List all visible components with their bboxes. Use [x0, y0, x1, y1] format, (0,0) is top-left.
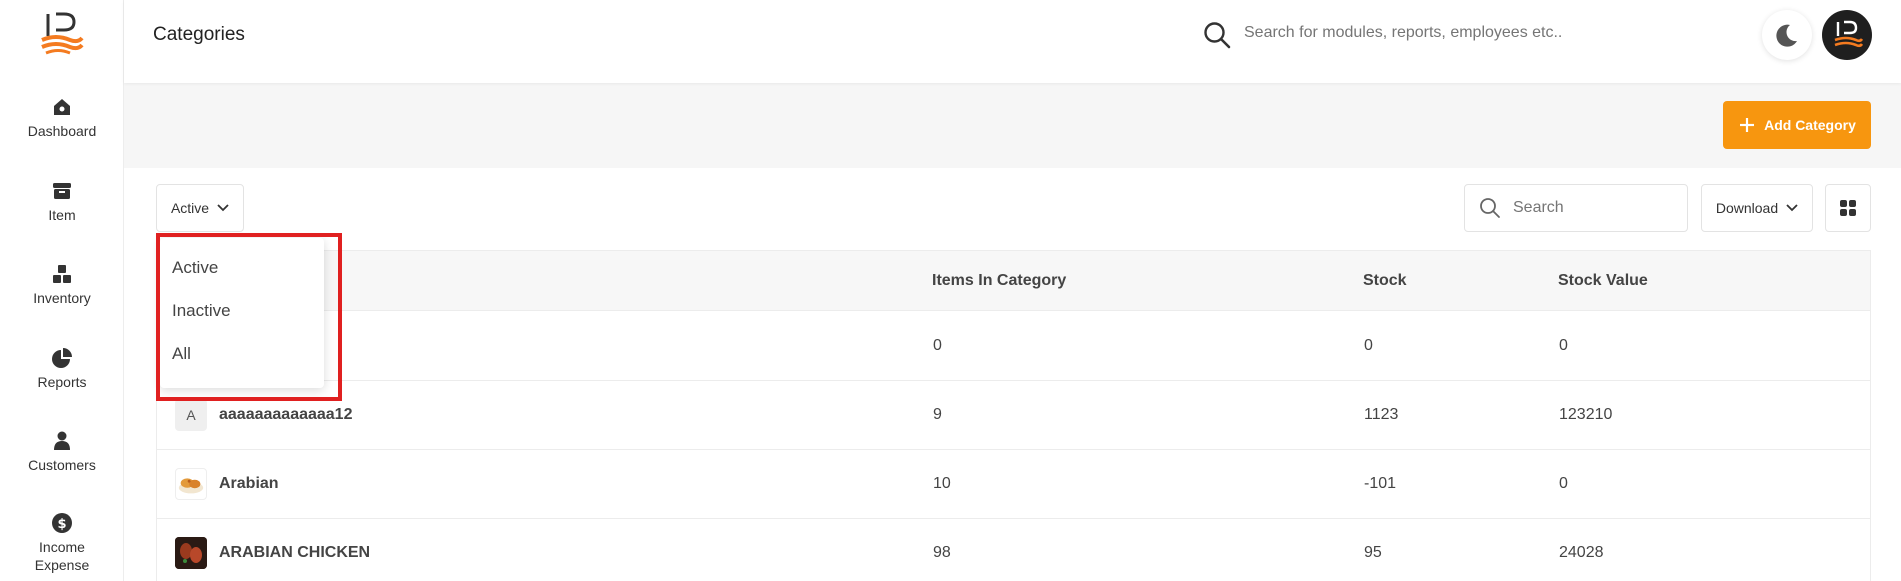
theme-toggle-button[interactable] [1762, 10, 1812, 60]
sidebar-item-customers[interactable]: Customers [0, 430, 124, 474]
sidebar-item-label: Customers [28, 457, 96, 473]
category-name[interactable]: aaaaaaaaaaaaa12 [219, 406, 352, 424]
sidebar-item-label: Item [48, 207, 76, 223]
categories-table: Items In Category Stock Stock Value 0 0 … [156, 250, 1871, 581]
grid-view-button[interactable] [1825, 184, 1871, 232]
top-header: Categories [124, 0, 1901, 83]
dollar-icon: $ [52, 513, 72, 533]
home-icon [54, 99, 70, 115]
stock-amount-cell: 123210 [1559, 406, 1613, 423]
sidebar-item-inventory[interactable]: Inventory [0, 263, 124, 307]
sidebar-item-label: Income Expense [34, 539, 90, 573]
boxes-icon [53, 265, 71, 283]
food-image-icon [175, 537, 207, 569]
items-count: 0 [933, 337, 942, 354]
stock-amount-cell: 0 [1559, 337, 1568, 354]
stock-amount-cell: 24028 [1559, 544, 1604, 561]
table-search-input[interactable] [1513, 199, 1673, 217]
dropdown-option-inactive[interactable]: Inactive [172, 301, 231, 321]
stock-value-cell: 95 [1364, 544, 1382, 561]
table-row[interactable]: A aaaaaaaaaaaaa12 9 1123 123210 [157, 381, 1870, 450]
user-icon [54, 431, 70, 450]
sidebar-item-item[interactable]: Item [0, 180, 124, 224]
table-search-box[interactable] [1464, 184, 1688, 232]
add-category-button[interactable]: Add Category [1723, 101, 1871, 149]
global-search-input[interactable] [1244, 24, 1644, 42]
download-label: Download [1715, 200, 1779, 216]
sidebar: Dashboard Item Inventory Reports Custome… [0, 0, 124, 581]
sidebar-item-reports[interactable]: Reports [0, 347, 124, 391]
status-filter-select[interactable]: Active [156, 184, 244, 232]
category-name[interactable]: Arabian [219, 475, 279, 493]
items-count: 10 [933, 475, 951, 492]
brand-logo-icon[interactable] [36, 10, 86, 56]
column-header-stock[interactable]: Stock [1363, 272, 1407, 290]
sidebar-item-dashboard[interactable]: Dashboard [0, 96, 124, 140]
stock-value-cell: 0 [1364, 337, 1373, 354]
stock-value-cell: -101 [1364, 475, 1397, 492]
chevron-down-icon [1786, 204, 1798, 212]
search-icon [1480, 198, 1500, 218]
avatar[interactable] [1822, 10, 1872, 60]
brand-logo-icon [1834, 20, 1864, 48]
category-name[interactable]: ARABIAN CHICKEN [219, 544, 370, 562]
stock-amount-cell: 0 [1559, 475, 1568, 492]
table-row[interactable]: Arabian 10 -101 0 [157, 450, 1870, 519]
category-thumbnail: A [175, 399, 207, 431]
column-header-stock-value[interactable]: Stock Value [1558, 272, 1648, 290]
svg-text:$: $ [57, 517, 66, 532]
table-row[interactable]: 0 0 0 [157, 312, 1870, 381]
food-image-icon [178, 478, 204, 494]
chevron-down-icon [217, 204, 229, 212]
search-icon[interactable] [1202, 20, 1232, 50]
items-count: 98 [933, 544, 951, 561]
archive-icon [53, 183, 71, 199]
category-thumbnail [175, 537, 207, 569]
table-row[interactable]: ARABIAN CHICKEN 98 95 24028 [157, 519, 1870, 581]
dropdown-option-all[interactable]: All [172, 344, 191, 364]
sidebar-item-label: Reports [37, 374, 87, 390]
sidebar-item-label: Inventory [33, 290, 91, 306]
status-filter-value: Active [170, 200, 210, 216]
stock-value-cell: 1123 [1364, 406, 1399, 423]
table-header: Items In Category Stock Stock Value [157, 251, 1870, 311]
dropdown-option-active[interactable]: Active [172, 258, 218, 278]
category-thumbnail [175, 468, 207, 500]
download-button[interactable]: Download [1701, 184, 1813, 232]
items-count: 9 [933, 406, 942, 423]
sidebar-item-label: Dashboard [27, 123, 97, 139]
sidebar-item-income-expense[interactable]: $ Income Expense [0, 512, 124, 574]
moon-icon [1776, 24, 1797, 47]
column-header-items[interactable]: Items In Category [932, 272, 1066, 290]
grid-icon [1840, 200, 1856, 216]
status-dropdown-menu: Active Inactive All [160, 238, 324, 388]
add-category-label: Add Category [1764, 117, 1856, 133]
page-title: Categories [153, 24, 245, 45]
plus-icon [1740, 118, 1755, 132]
pie-chart-icon [52, 348, 72, 368]
